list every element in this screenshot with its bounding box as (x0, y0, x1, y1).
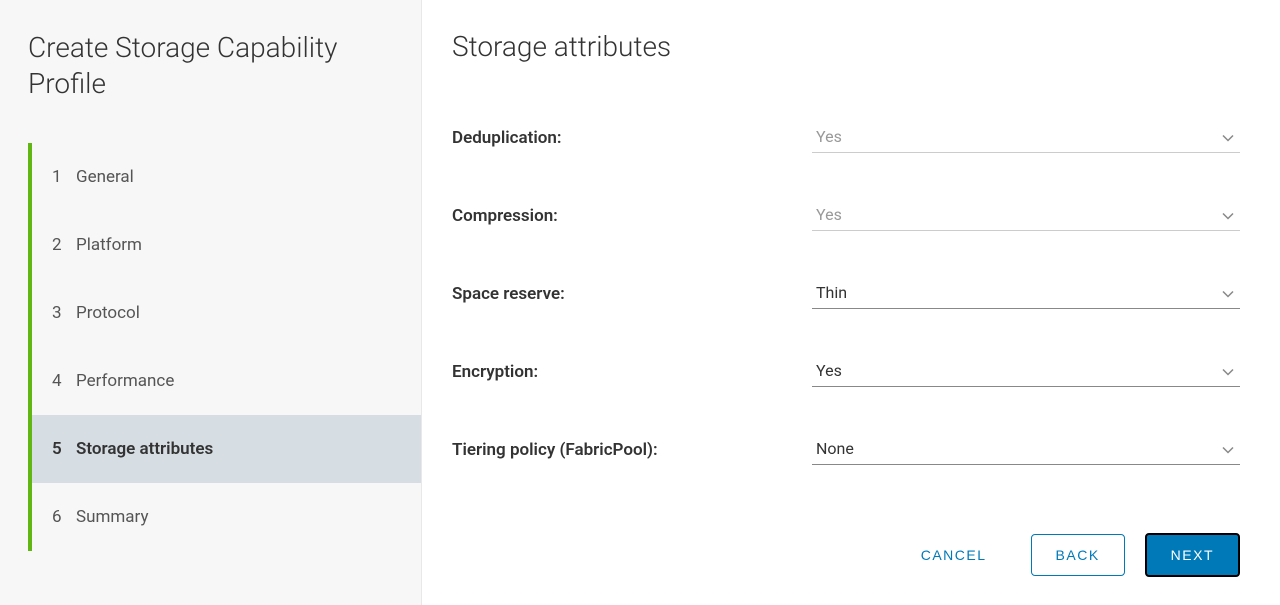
select-tiering-policy[interactable]: None (812, 435, 1240, 465)
select-value: Yes (816, 361, 842, 380)
step-number: 6 (52, 507, 66, 527)
step-storage-attributes[interactable]: 5 Storage attributes (32, 415, 421, 483)
label-space-reserve: Space reserve: (452, 284, 812, 304)
select-value: Yes (816, 127, 842, 146)
step-number: 3 (52, 303, 66, 323)
back-button[interactable]: BACK (1031, 534, 1125, 576)
form-container: Deduplication: Yes Compression: Yes Spac… (452, 123, 1240, 513)
wizard-footer: CANCEL BACK NEXT (452, 533, 1240, 577)
cancel-button[interactable]: CANCEL (897, 535, 1011, 575)
step-number: 4 (52, 371, 66, 391)
step-performance[interactable]: 4 Performance (32, 347, 421, 415)
step-number: 1 (52, 167, 66, 187)
next-button[interactable]: NEXT (1145, 533, 1240, 577)
wizard-steps: 1 General 2 Platform 3 Protocol 4 Perfor… (28, 143, 421, 551)
chevron-down-icon (1222, 134, 1234, 142)
step-platform[interactable]: 2 Platform (32, 211, 421, 279)
row-compression: Compression: Yes (452, 201, 1240, 231)
chevron-down-icon (1222, 290, 1234, 298)
wizard-title: Create Storage Capability Profile (28, 30, 421, 103)
select-value: None (816, 439, 854, 458)
label-encryption: Encryption: (452, 362, 812, 382)
step-label: Performance (76, 371, 174, 391)
select-encryption[interactable]: Yes (812, 357, 1240, 387)
main-content: Storage attributes Deduplication: Yes Co… (422, 0, 1280, 605)
row-deduplication: Deduplication: Yes (452, 123, 1240, 153)
step-label: General (76, 167, 134, 187)
select-deduplication[interactable]: Yes (812, 123, 1240, 153)
label-compression: Compression: (452, 206, 812, 226)
step-label: Storage attributes (76, 439, 213, 459)
wizard-sidebar: Create Storage Capability Profile 1 Gene… (0, 0, 422, 605)
row-tiering-policy: Tiering policy (FabricPool): None (452, 435, 1240, 465)
row-encryption: Encryption: Yes (452, 357, 1240, 387)
step-label: Summary (76, 507, 148, 527)
label-tiering-policy: Tiering policy (FabricPool): (452, 440, 812, 460)
select-value: Thin (816, 283, 847, 302)
select-value: Yes (816, 205, 842, 224)
step-number: 2 (52, 235, 66, 255)
page-title: Storage attributes (452, 30, 1240, 63)
select-space-reserve[interactable]: Thin (812, 279, 1240, 309)
select-compression[interactable]: Yes (812, 201, 1240, 231)
step-label: Protocol (76, 303, 140, 323)
step-label: Platform (76, 235, 142, 255)
label-deduplication: Deduplication: (452, 128, 812, 148)
chevron-down-icon (1222, 212, 1234, 220)
row-space-reserve: Space reserve: Thin (452, 279, 1240, 309)
step-number: 5 (52, 439, 66, 459)
chevron-down-icon (1222, 446, 1234, 454)
step-protocol[interactable]: 3 Protocol (32, 279, 421, 347)
step-summary[interactable]: 6 Summary (32, 483, 421, 551)
chevron-down-icon (1222, 368, 1234, 376)
step-general[interactable]: 1 General (32, 143, 421, 211)
